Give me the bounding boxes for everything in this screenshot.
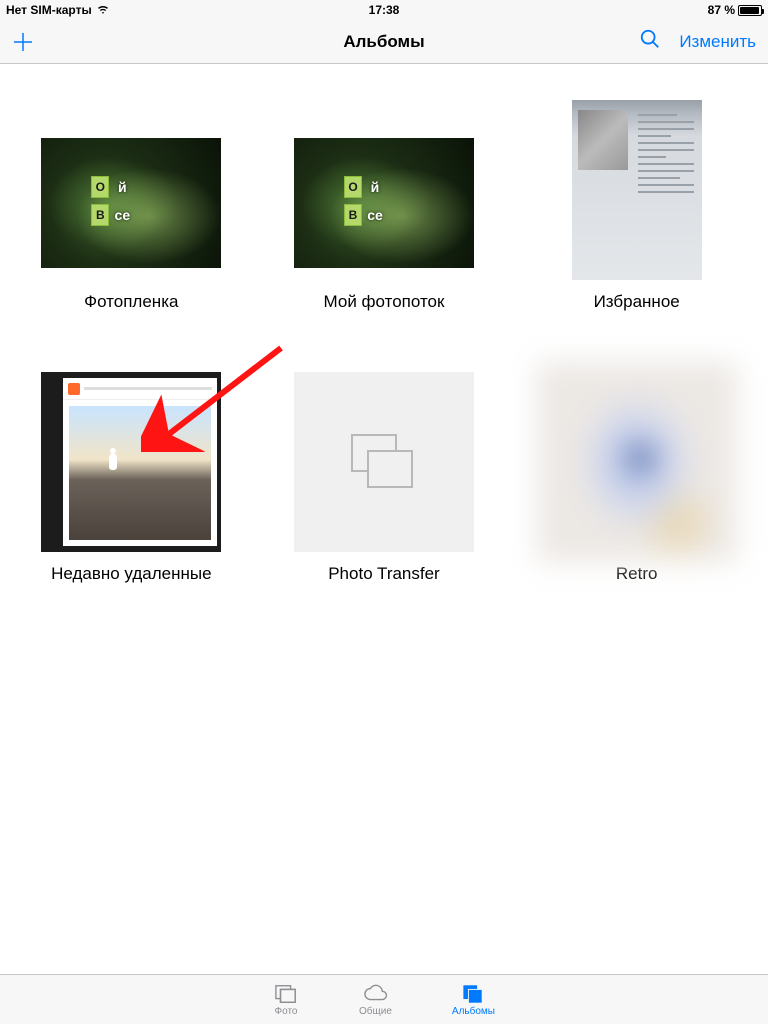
album-thumbnail: Ой Все	[41, 100, 221, 280]
album-thumbnail: Ой Все	[294, 100, 474, 280]
tab-photos[interactable]: Фото	[273, 983, 299, 1017]
cloud-tab-icon	[362, 983, 388, 1005]
album-favorites[interactable]: Избранное	[537, 100, 737, 312]
tab-label: Альбомы	[452, 1006, 495, 1017]
tile-letter: се	[113, 204, 131, 226]
album-label: Избранное	[594, 292, 680, 312]
tab-shared[interactable]: Общие	[359, 983, 392, 1017]
album-camera-roll[interactable]: Ой Все Фотопленка	[31, 100, 231, 312]
album-photo-stream[interactable]: Ой Все Мой фотопоток	[284, 100, 484, 312]
battery-pct: 87 %	[708, 3, 735, 17]
album-label: Недавно удаленные	[51, 564, 211, 584]
clock: 17:38	[369, 3, 400, 17]
album-label: Мой фотопоток	[324, 292, 445, 312]
tab-label: Фото	[275, 1006, 298, 1017]
album-label: Photo Transfer	[328, 564, 440, 584]
edit-button[interactable]: Изменить	[679, 32, 756, 52]
wifi-icon	[96, 3, 110, 17]
tile-letter: В	[91, 204, 109, 226]
tile-letter: й	[113, 176, 131, 198]
tab-label: Общие	[359, 1006, 392, 1017]
battery-indicator: 87 %	[708, 3, 762, 17]
status-bar: Нет SIM-карты 17:38 87 %	[0, 0, 768, 20]
album-thumbnail	[294, 372, 474, 552]
carrier-text: Нет SIM-карты	[6, 3, 92, 17]
search-button[interactable]	[639, 28, 661, 55]
album-recently-deleted[interactable]: Недавно удаленные	[31, 372, 231, 584]
tab-albums[interactable]: Альбомы	[452, 983, 495, 1017]
album-thumbnail	[547, 100, 727, 280]
empty-album-icon	[344, 427, 424, 497]
tile-letter: О	[91, 176, 109, 198]
album-thumbnail	[41, 372, 221, 552]
albums-tab-icon	[460, 983, 486, 1005]
album-photo-transfer[interactable]: Photo Transfer	[284, 372, 484, 584]
album-label: Фотопленка	[84, 292, 178, 312]
album-retro[interactable]: Retro	[537, 372, 737, 584]
photos-tab-icon	[273, 983, 299, 1005]
album-thumbnail	[537, 372, 737, 552]
nav-bar: Альбомы Изменить	[0, 20, 768, 64]
tab-bar: Фото Общие Альбомы	[0, 974, 768, 1024]
page-title: Альбомы	[343, 32, 424, 52]
albums-grid: Ой Все Фотопленка Ой Все Мой фотопоток	[0, 64, 768, 584]
album-label: Retro	[616, 564, 658, 584]
add-album-button[interactable]	[12, 31, 34, 53]
